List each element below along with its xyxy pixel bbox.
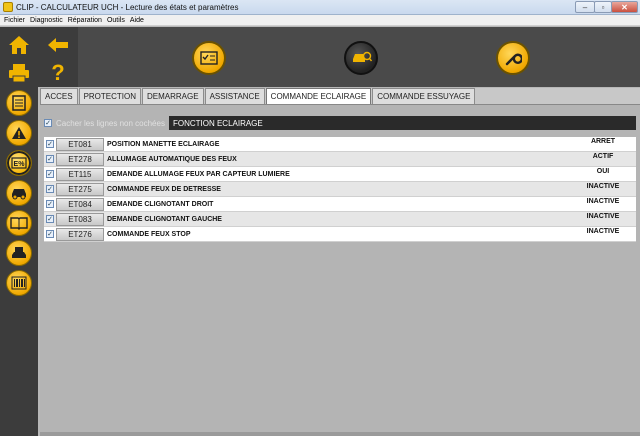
toolbar [78,27,640,87]
row-code-button[interactable]: ET083 [56,212,104,226]
calculator-button[interactable] [4,89,34,117]
row-status: INACTIVE [586,197,620,205]
home-icon [6,32,32,58]
faults-button[interactable] [4,119,34,147]
home-button[interactable] [4,31,34,59]
commands-button[interactable] [4,179,34,207]
svg-text:E%: E% [14,161,26,168]
left-sidebar: E% [0,27,38,436]
tab-acces[interactable]: ACCES [40,88,78,104]
row-label: DEMANDE CLIGNOTANT DROIT [107,200,214,208]
row-checkbox[interactable]: ✓ [46,140,54,148]
table-row: ✓ ET278 ALLUMAGE AUTOMATIQUE DES FEUX AC… [44,152,636,167]
row-checkbox[interactable]: ✓ [46,170,54,178]
table-row: ✓ ET081 POSITION MANETTE ECLAIRAGE ARRET [44,137,636,152]
row-code-button[interactable]: ET084 [56,197,104,211]
barcode-button[interactable] [4,269,34,297]
row-status: ACTIF [592,152,614,160]
tab-assistance[interactable]: ASSISTANCE [204,88,265,104]
printer-icon [6,60,32,86]
bottom-border [40,432,640,436]
row-status: OUI [596,167,610,175]
checklist-icon [200,51,218,65]
section-title: FONCTION ECLAIRAGE [168,116,636,130]
row-checkbox[interactable]: ✓ [46,155,54,163]
app-icon [3,2,13,12]
row-status: INACTIVE [586,227,620,235]
row-code-button[interactable]: ET081 [56,137,104,151]
row-label: DEMANDE ALLUMAGE FEUX PAR CAPTEUR LUMIER… [107,170,290,178]
row-checkbox[interactable]: ✓ [46,200,54,208]
states-params-button[interactable]: E% [4,149,34,177]
calculator-icon [6,90,32,116]
car-diagnostic-icon [6,240,32,266]
tab-commande-eclairage[interactable]: COMMANDE ECLAIRAGE [265,88,372,104]
menu-diagnostic[interactable]: Diagnostic [30,17,63,24]
window-title: CLIP - CALCULATEUR UCH - Lecture des éta… [16,2,239,12]
tab-commande-essuyage[interactable]: COMMANDE ESSUYAGE [372,88,476,104]
manual-button[interactable] [4,209,34,237]
table-row: ✓ ET115 DEMANDE ALLUMAGE FEUX PAR CAPTEU… [44,167,636,182]
parameters-table: ✓ ET081 POSITION MANETTE ECLAIRAGE ARRET… [44,137,636,242]
row-code-button[interactable]: ET278 [56,152,104,166]
row-checkbox[interactable]: ✓ [46,185,54,193]
menu-bar: Fichier Diagnostic Réparation Outils Aid… [0,15,640,26]
row-checkbox[interactable]: ✓ [46,215,54,223]
menu-aide[interactable]: Aide [130,17,144,24]
title-bar: CLIP - CALCULATEUR UCH - Lecture des éta… [0,0,640,15]
menu-fichier[interactable]: Fichier [4,17,25,24]
row-status: INACTIVE [586,182,620,190]
tab-demarrage[interactable]: DEMARRAGE [142,88,204,104]
row-code-button[interactable]: ET276 [56,227,104,241]
row-status: ARRET [590,137,616,145]
table-row: ✓ ET084 DEMANDE CLIGNOTANT DROIT INACTIV… [44,197,636,212]
row-code-button[interactable]: ET115 [56,167,104,181]
help-icon: ? [51,60,65,85]
row-label: POSITION MANETTE ECLAIRAGE [107,140,220,148]
row-label: DEMANDE CLIGNOTANT GAUCHE [107,215,222,223]
tab-protection[interactable]: PROTECTION [78,88,142,104]
filter-bar: ✓ Cacher les lignes non cochées FONCTION… [44,116,636,130]
table-row: ✓ ET275 COMMANDE FEUX DE DETRESSE INACTI… [44,182,636,197]
back-arrow-icon [45,32,71,58]
minimize-button[interactable]: – [575,1,595,13]
hide-unchecked-checkbox[interactable]: ✓ [44,119,52,127]
wrench-icon [505,53,522,66]
wrench-button[interactable] [496,41,530,75]
table-row: ✓ ET276 COMMANDE FEUX STOP INACTIVE [44,227,636,242]
row-label: COMMANDE FEUX STOP [107,230,191,238]
row-code-button[interactable]: ET275 [56,182,104,196]
vehicle-scan-icon [353,51,372,62]
menu-reparation[interactable]: Réparation [68,17,102,24]
print-button[interactable] [4,59,34,87]
car-command-icon [6,180,32,206]
vehicle-diag-button[interactable] [4,239,34,267]
maximize-button[interactable]: ▫ [594,1,612,13]
tab-bar: ACCES PROTECTION DEMARRAGE ASSISTANCE CO… [40,88,640,104]
back-button[interactable] [43,31,73,59]
row-label: COMMANDE FEUX DE DETRESSE [107,185,221,193]
menu-outils[interactable]: Outils [107,17,125,24]
row-status: INACTIVE [586,212,620,220]
manual-icon [6,210,32,236]
help-button[interactable]: ? [43,59,73,87]
states-params-icon: E% [6,150,32,176]
hide-unchecked-label: Cacher les lignes non cochées [56,118,165,128]
close-button[interactable]: ✕ [611,1,638,13]
row-checkbox[interactable]: ✓ [46,230,54,238]
checklist-button[interactable] [192,41,226,75]
vehicle-scan-button[interactable] [344,41,378,75]
row-label: ALLUMAGE AUTOMATIQUE DES FEUX [107,155,237,163]
table-row: ✓ ET083 DEMANDE CLIGNOTANT GAUCHE INACTI… [44,212,636,227]
nav-column: ? [38,27,78,87]
barcode-icon [6,270,32,296]
warning-icon [6,120,32,146]
